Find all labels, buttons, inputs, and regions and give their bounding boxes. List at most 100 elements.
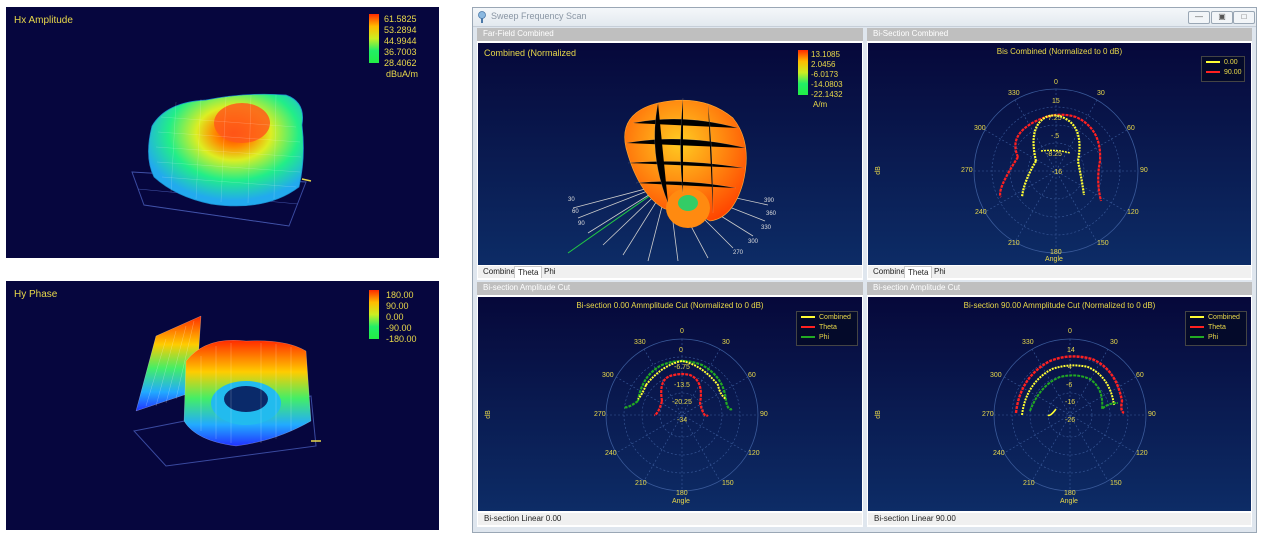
radial-label: -34: [677, 417, 688, 424]
angle-label: 270: [982, 411, 994, 418]
window-titlebar[interactable]: Sweep Frequency Scan — ▣ □: [473, 8, 1256, 27]
ff-axis-label: 330: [761, 225, 772, 231]
tab-theta[interactable]: Theta: [514, 266, 543, 278]
window-title: Sweep Frequency Scan: [491, 11, 587, 21]
angle-label: 180: [676, 490, 688, 497]
angle-label: 120: [1136, 450, 1148, 457]
hx-legend-value: 61.5825: [384, 14, 417, 24]
angle-label: 180: [1064, 490, 1076, 497]
chart-legend: Combined Theta Phi: [1185, 311, 1247, 346]
angle-label: 0: [680, 328, 684, 335]
radial-label: -20.25: [672, 399, 692, 406]
cut-90-plot[interactable]: Bi-section 90.00 Ammplitude Cut (Normali…: [868, 297, 1251, 511]
hy-legend-value: -180.00: [386, 334, 417, 344]
angle-label: 270: [594, 411, 606, 418]
minimize-icon: —: [1195, 12, 1203, 21]
angle-label: 60: [1127, 125, 1135, 132]
angle-label: 120: [748, 450, 760, 457]
y-axis-label: dB: [874, 410, 882, 419]
angle-label: 300: [974, 125, 986, 132]
angle-label: 240: [605, 450, 617, 457]
ff-legend-value: -14.0803: [811, 80, 843, 89]
restore-icon: ▣: [1218, 12, 1226, 21]
hx-legend-value: 36.7003: [384, 47, 417, 57]
hx-legend-unit: dBuA/m: [386, 69, 419, 79]
angle-label: 240: [993, 450, 1005, 457]
ff-axis-label: 300: [748, 239, 759, 245]
legend-item: Phi: [801, 334, 829, 341]
y-axis-label: dB: [874, 166, 882, 175]
angle-label: 0: [1054, 79, 1058, 86]
hy-phase-plot[interactable]: Hy Phase 180.00 90.00 0.00 -90.00 -180.0…: [6, 281, 439, 530]
radial-label: -16: [1052, 169, 1063, 176]
chart-legend: Combined Theta Phi: [796, 311, 858, 346]
angle-label: 30: [722, 339, 730, 346]
ff-axis-label: 270: [733, 250, 744, 256]
restore-button[interactable]: ▣: [1211, 11, 1233, 24]
ff-legend-value: 2.0456: [811, 60, 836, 69]
pane-header-title: Bi-section Amplitude Cut: [483, 283, 571, 292]
hy-legend-value: 90.00: [386, 301, 409, 311]
hy-legend-value: -90.00: [386, 323, 412, 333]
radial-label: -6: [1066, 382, 1073, 389]
radial-label: 7.25: [1048, 115, 1062, 122]
legend-item: Combined: [801, 314, 851, 321]
ff-legend-value: 13.1085: [811, 50, 840, 59]
y-axis-label: dB: [484, 410, 492, 419]
pane-header: Bi-Section Combined: [867, 28, 1252, 41]
angle-label: 330: [1008, 90, 1020, 97]
angle-label: 60: [1136, 372, 1144, 379]
bisection-combined-plot[interactable]: Bis Combined (Normalized to 0 dB) 0 30 6…: [868, 43, 1251, 265]
radial-label: -6.75: [674, 364, 690, 371]
ff-axis-label: 30: [568, 197, 575, 203]
legend-item: 90.00: [1206, 69, 1242, 76]
status-text: Bi-section Linear 90.00: [874, 514, 956, 523]
angle-label: 120: [1127, 209, 1139, 216]
radial-label: -8.25: [1046, 151, 1062, 158]
tab-phi[interactable]: Phi: [931, 266, 949, 277]
ff-legend-unit: A/m: [813, 100, 828, 109]
legend-item: Phi: [1190, 334, 1218, 341]
legend-item: Theta: [1190, 324, 1226, 331]
maximize-button[interactable]: □: [1233, 11, 1255, 24]
far-field-pane: Far-Field Combined Combined (Normalized: [477, 28, 863, 280]
app-icon: [478, 11, 486, 23]
radial-label: -16: [1065, 399, 1076, 406]
hx-legend-value: 44.9944: [384, 36, 417, 46]
ff-legend-value: -6.0173: [811, 70, 839, 79]
bisection-combined-pane: Bi-Section Combined Bis Combined (Normal…: [867, 28, 1252, 280]
hx-legend-value: 53.2894: [384, 25, 417, 35]
angle-label: 150: [1110, 480, 1122, 487]
ff-axis-label: 90: [578, 221, 585, 227]
status-bar: Bi-section Linear 0.00: [478, 513, 862, 525]
hx-amplitude-plot[interactable]: Hx Amplitude 61.5825 53.2894 44.9944 36.…: [6, 7, 439, 258]
angle-label: 210: [1008, 240, 1020, 247]
hy-legend-colorbar: [369, 290, 379, 339]
radial-label: -.5: [1051, 133, 1060, 140]
radial-label: -13.5: [674, 382, 690, 389]
ff-axis-label: 390: [764, 198, 775, 204]
x-axis-label: Angle: [1045, 256, 1063, 263]
radial-label: 14: [1067, 347, 1075, 354]
angle-label: 210: [1023, 480, 1035, 487]
ff-axis-label: 360: [766, 211, 777, 217]
cut-0-plot[interactable]: Bi-section 0.00 Ammplitude Cut (Normaliz…: [478, 297, 862, 511]
tab-theta[interactable]: Theta: [904, 266, 933, 278]
angle-label: 180: [1050, 249, 1062, 256]
far-field-plot[interactable]: Combined (Normalized 390 360 330 300 270…: [478, 43, 862, 265]
legend-item: Theta: [801, 324, 837, 331]
minimize-button[interactable]: —: [1188, 11, 1210, 24]
pane-header: Far-Field Combined: [477, 28, 863, 41]
angle-label: 240: [975, 209, 987, 216]
angle-label: 30: [1097, 90, 1105, 97]
pane-header-title: Bi-Section Combined: [873, 29, 949, 38]
status-text: Bi-section Linear 0.00: [484, 514, 562, 523]
pane-header-title: Bi-section Amplitude Cut: [873, 283, 961, 292]
legend-item: Combined: [1190, 314, 1240, 321]
angle-label: 270: [961, 167, 973, 174]
angle-label: 30: [1110, 339, 1118, 346]
angle-label: 330: [634, 339, 646, 346]
tab-phi[interactable]: Phi: [541, 266, 559, 277]
angle-label: 60: [748, 372, 756, 379]
x-axis-label: Angle: [672, 498, 690, 505]
